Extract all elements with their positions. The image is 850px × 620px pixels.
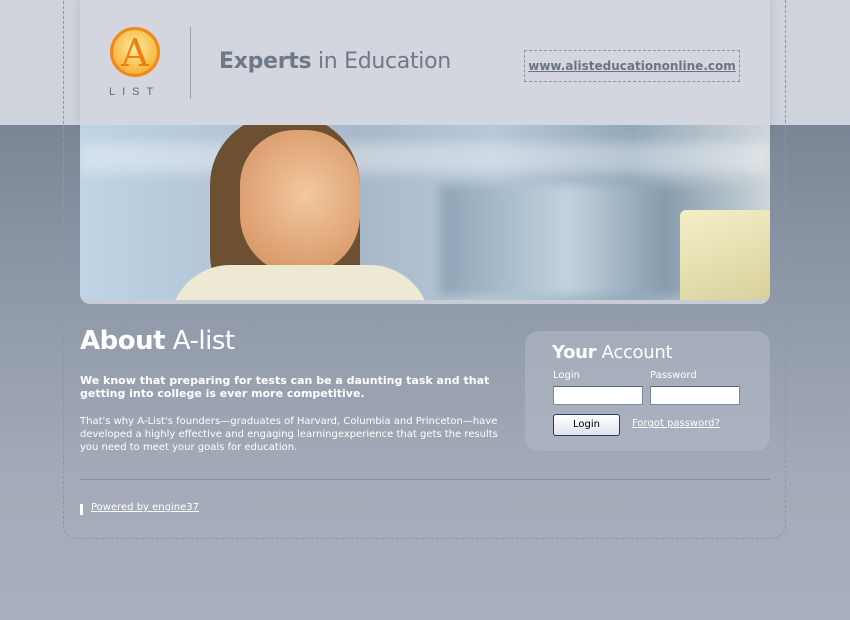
tagline: Experts in Education — [219, 49, 451, 74]
logo-letter: A — [121, 31, 149, 75]
footer-bar-marker — [80, 504, 83, 515]
banner-monitor — [680, 210, 770, 300]
about-heading: About A-list — [80, 326, 235, 356]
about-intro-bold: We know that preparing for tests can be … — [80, 374, 490, 400]
a-list-logo[interactable]: A — [110, 27, 160, 77]
password-label: Password — [650, 370, 697, 381]
banner-student-face — [240, 130, 360, 275]
account-heading-bold: Your — [552, 342, 597, 363]
login-input[interactable] — [553, 386, 643, 405]
about-heading-bold: About — [80, 326, 166, 356]
account-heading-rest: Account — [596, 342, 673, 363]
tagline-bold: Experts — [219, 49, 312, 74]
logo-text: LIST — [109, 86, 161, 98]
login-label: Login — [553, 370, 580, 381]
banner-student-shirt — [170, 265, 430, 300]
about-heading-rest: A-list — [165, 326, 235, 356]
powered-by-link[interactable]: Powered by engine37 — [91, 502, 199, 513]
forgot-password-link[interactable]: Forgot password? — [632, 418, 720, 429]
about-intro-text: That's why A-List's founders—graduates o… — [80, 416, 498, 453]
login-button[interactable]: Login — [553, 414, 620, 436]
account-heading: Your Account — [552, 342, 673, 363]
header-divider — [190, 27, 191, 99]
hero-banner-image — [80, 125, 770, 304]
banner-window-light — [80, 143, 770, 173]
footer-divider — [80, 479, 770, 480]
tagline-rest: in Education — [311, 49, 451, 74]
password-input[interactable] — [650, 386, 740, 405]
website-url-link[interactable]: www.alisteducationonline.com — [524, 50, 740, 82]
